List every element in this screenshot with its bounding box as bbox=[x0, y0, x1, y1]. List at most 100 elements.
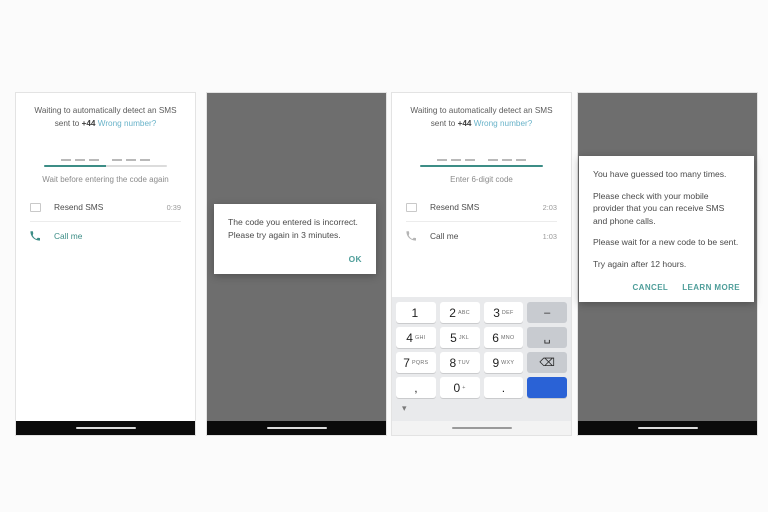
wrong-number-link-1[interactable]: Wrong number? bbox=[98, 119, 157, 128]
key-sub: WXY bbox=[501, 359, 515, 366]
key-8[interactable]: 8 TUV bbox=[439, 352, 480, 373]
code-progress-fill bbox=[420, 165, 543, 167]
dialog-line-4: Try again after 12 hours. bbox=[593, 258, 687, 269]
code-dash bbox=[140, 159, 150, 161]
call-me-row-3[interactable]: Call me 1:03 bbox=[392, 222, 571, 250]
code-progress-fill bbox=[44, 165, 106, 167]
key-6[interactable]: 6 MNO bbox=[483, 327, 524, 348]
code-dash bbox=[112, 159, 122, 161]
backspace-icon[interactable]: ⌫ bbox=[527, 352, 567, 373]
resend-sms-label: Resend SMS bbox=[430, 202, 480, 212]
header-sent-to-text: sent to bbox=[54, 118, 80, 128]
code-dash bbox=[61, 159, 71, 161]
incorrect-code-dialog: The code you entered is incorrect. Pleas… bbox=[214, 204, 376, 274]
key-sub: JKL bbox=[458, 334, 470, 341]
header-phone-prefix: +44 bbox=[81, 118, 96, 128]
key-num: 1 bbox=[411, 305, 419, 320]
code-dash bbox=[465, 159, 475, 161]
code-dash bbox=[502, 159, 512, 161]
dialog-line-2: Please check with your mobile provider t… bbox=[593, 190, 725, 226]
key-num: 0 bbox=[453, 380, 461, 395]
keyboard-footer: ▾ bbox=[396, 402, 567, 418]
dialog-ok-button[interactable]: OK bbox=[349, 254, 362, 264]
call-me-row-1[interactable]: Call me bbox=[16, 222, 195, 250]
wrong-number-link-3[interactable]: Wrong number? bbox=[474, 119, 533, 128]
header-sent-to-text: sent to bbox=[430, 118, 456, 128]
code-progress-bar-1 bbox=[44, 165, 167, 167]
resend-sms-timer: 0:39 bbox=[166, 202, 181, 212]
keyboard-row-3: 7 PQRS 8 TUV 9 WXY ⌫ bbox=[396, 352, 567, 373]
wrong-text: Wrong bbox=[473, 118, 498, 128]
dialog-actions: CANCEL LEARN MORE bbox=[579, 274, 754, 302]
code-dash bbox=[437, 159, 447, 161]
dialog-cancel-button[interactable]: CANCEL bbox=[632, 283, 668, 292]
key-4[interactable]: 4 GHI bbox=[396, 327, 436, 348]
key-sub: GHI bbox=[414, 334, 426, 341]
header-line1-text: Waiting to automatically detect an SMS bbox=[34, 106, 177, 115]
resend-sms-label: Resend SMS bbox=[54, 202, 104, 212]
key-num: 5 bbox=[450, 330, 457, 345]
resend-sms-row-3[interactable]: Resend SMS 2:03 bbox=[392, 193, 571, 221]
key-sub: DEF bbox=[501, 309, 514, 316]
numeric-keyboard: 1 2 ABC 3 DEF – 4 GHI 5 JKL 6 MNO ␣ 7 PQRS 8 TU… bbox=[392, 297, 571, 421]
dialog-body: You have guessed too many times. Please … bbox=[579, 156, 754, 274]
android-nav-bar-1[interactable] bbox=[16, 421, 195, 435]
key-sub: PQRS bbox=[411, 359, 429, 366]
nav-home-pill[interactable] bbox=[637, 426, 698, 430]
key-num: 3 bbox=[493, 305, 500, 320]
phone-screen-1: Waiting to automatically detect an SMS s… bbox=[15, 92, 196, 436]
key-comma[interactable]: , bbox=[396, 377, 436, 398]
phone-screen-3: Waiting to automatically detect an SMS s… bbox=[391, 92, 572, 436]
key-dash[interactable]: – bbox=[527, 302, 567, 323]
android-nav-bar-4[interactable] bbox=[578, 421, 757, 435]
dialog-line-3: Please wait for a new code to be sent. bbox=[593, 237, 739, 247]
dialog-message: The code you entered is incorrect. Pleas… bbox=[228, 217, 358, 240]
keyboard-row-1: 1 2 ABC 3 DEF – bbox=[396, 302, 567, 323]
header-line1-text: Waiting to automatically detect an SMS bbox=[410, 106, 553, 115]
key-num: 4 bbox=[406, 330, 413, 345]
code-dash bbox=[126, 159, 136, 161]
nav-home-pill[interactable] bbox=[451, 426, 512, 430]
resend-sms-timer: 2:03 bbox=[542, 202, 557, 212]
key-5[interactable]: 5 JKL bbox=[439, 327, 480, 348]
code-dash bbox=[516, 159, 526, 161]
key-period[interactable]: . bbox=[483, 377, 524, 398]
sms-icon bbox=[406, 200, 426, 214]
chevron-down-icon[interactable]: ▾ bbox=[402, 404, 407, 413]
call-me-label: Call me bbox=[54, 231, 83, 241]
screen-content-1: Waiting to automatically detect an SMS s… bbox=[16, 93, 195, 435]
code-dash bbox=[75, 159, 85, 161]
key-num: 9 bbox=[492, 355, 500, 370]
call-me-label: Call me bbox=[430, 231, 459, 241]
key-9[interactable]: 9 WXY bbox=[483, 352, 524, 373]
key-1[interactable]: 1 bbox=[396, 302, 436, 323]
key-num: 8 bbox=[449, 355, 457, 370]
sms-icon bbox=[30, 200, 50, 214]
android-nav-bar-2[interactable] bbox=[207, 421, 386, 435]
enter-key[interactable] bbox=[527, 377, 567, 398]
keyboard-row-4: , 0 + . bbox=[396, 377, 567, 398]
key-sub: MNO bbox=[500, 334, 515, 341]
key-num: 2 bbox=[449, 305, 456, 320]
key-2[interactable]: 2 ABC bbox=[439, 302, 480, 323]
code-dash bbox=[488, 159, 498, 161]
sms-wait-header-3: Waiting to automatically detect an SMS s… bbox=[392, 105, 571, 130]
action-rows-3: Resend SMS 2:03 Call me 1:03 bbox=[392, 193, 571, 250]
key-7[interactable]: 7 PQRS bbox=[396, 352, 436, 373]
too-many-guesses-dialog: You have guessed too many times. Please … bbox=[579, 156, 754, 302]
phone-icon bbox=[406, 229, 426, 243]
key-space[interactable]: ␣ bbox=[527, 327, 567, 348]
screen-content-3: Waiting to automatically detect an SMS s… bbox=[392, 93, 571, 435]
android-nav-bar-3[interactable] bbox=[392, 421, 571, 435]
resend-sms-row-1[interactable]: Resend SMS 0:39 bbox=[16, 193, 195, 221]
nav-home-pill[interactable] bbox=[75, 426, 136, 430]
phone-icon bbox=[30, 229, 50, 243]
key-3[interactable]: 3 DEF bbox=[483, 302, 524, 323]
code-progress-bar-3 bbox=[420, 165, 543, 167]
nav-home-pill[interactable] bbox=[266, 426, 327, 430]
dialog-actions: OK bbox=[214, 245, 376, 274]
dialog-body: The code you entered is incorrect. Pleas… bbox=[214, 204, 376, 245]
key-0[interactable]: 0 + bbox=[439, 377, 480, 398]
action-rows-1: Resend SMS 0:39 Call me bbox=[16, 193, 195, 250]
dialog-learn-more-button[interactable]: LEARN MORE bbox=[682, 283, 740, 292]
